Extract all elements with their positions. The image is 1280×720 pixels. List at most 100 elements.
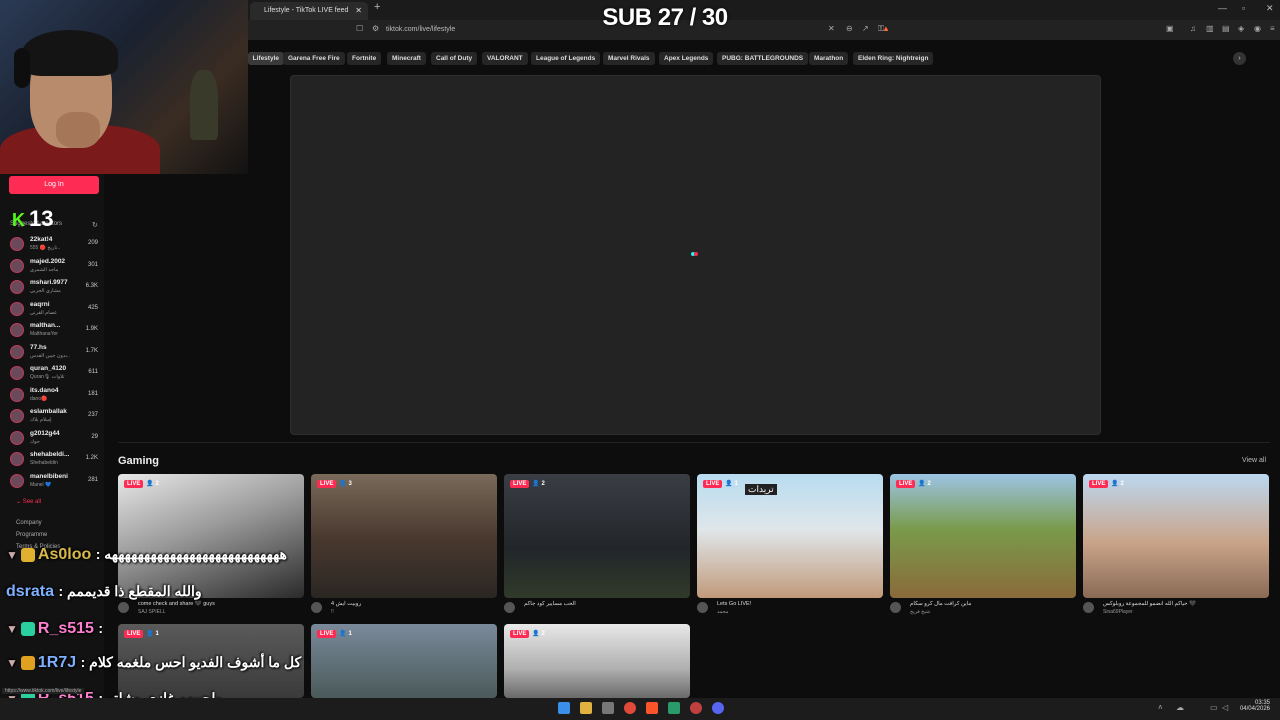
minimize-icon[interactable]: — bbox=[1218, 3, 1227, 13]
creator-item[interactable]: eaqrni عصام القرني 425 bbox=[10, 300, 100, 320]
maximize-icon[interactable]: ▫ bbox=[1242, 3, 1245, 13]
creator-name: g2012g44 bbox=[30, 429, 60, 437]
category-pill[interactable]: Garena Free Fire bbox=[283, 52, 345, 65]
avatar bbox=[10, 409, 24, 423]
creator-item[interactable]: its.dano4 dano🔴 181 bbox=[10, 386, 100, 406]
live-card[interactable]: LIVE 👤 2 bbox=[1083, 474, 1269, 598]
category-pill[interactable]: League of Legends bbox=[531, 52, 601, 65]
share-icon[interactable]: ↗ bbox=[862, 24, 869, 33]
extensions-icon[interactable]: ◈ bbox=[1238, 24, 1244, 33]
creator-item[interactable]: malthan... MalthanaYer 1.9K bbox=[10, 321, 100, 341]
creator-item[interactable]: eslamballak إسلام بلاك 237 bbox=[10, 407, 100, 427]
footer-company[interactable]: Company bbox=[16, 520, 42, 526]
onedrive-icon[interactable]: ☁ bbox=[1176, 703, 1184, 712]
category-pill[interactable]: Minecraft bbox=[387, 52, 426, 65]
category-pill[interactable]: Call of Duty bbox=[431, 52, 478, 65]
close-window-icon[interactable]: ✕ bbox=[1266, 3, 1274, 14]
category-pill[interactable]: Marathon bbox=[809, 52, 849, 65]
screenshot-icon[interactable]: ▣ bbox=[1166, 24, 1174, 33]
avatar[interactable] bbox=[1083, 602, 1094, 613]
chrome-icon[interactable] bbox=[624, 702, 636, 714]
section-title: Gaming bbox=[118, 455, 159, 467]
category-pill[interactable]: Marvel Rivals bbox=[603, 52, 655, 65]
category-pill[interactable]: PUBG: BATTLEGROUNDS bbox=[717, 52, 809, 65]
sidebar-toggle-icon[interactable]: ▥ bbox=[1206, 24, 1214, 33]
creator-item[interactable]: majed.2002 ماجد الشمري 301 bbox=[10, 257, 100, 277]
vpn-icon[interactable]: ◉ bbox=[1254, 24, 1261, 33]
brave-icon[interactable] bbox=[646, 702, 658, 714]
creator-item[interactable]: 77.hs بدون جبين القدس.. 1.7K bbox=[10, 343, 100, 363]
view-all-link[interactable]: View all bbox=[1242, 457, 1266, 464]
live-card[interactable]: LIVE 👤 1 تريدات bbox=[697, 474, 883, 598]
creator-name: eaqrni bbox=[30, 300, 50, 308]
creator-item[interactable]: quran_4120 Quran🎙 تلاوات 611 bbox=[10, 364, 100, 384]
tray-chevron-icon[interactable]: ˄ bbox=[1158, 703, 1163, 712]
creator-nickname: Shehabeldin bbox=[30, 460, 58, 466]
category-pill[interactable]: Elden Ring: Nightreign bbox=[853, 52, 934, 65]
creator-item[interactable]: manelbibeni Manel 💙 281 bbox=[10, 472, 100, 492]
store-icon[interactable] bbox=[602, 702, 614, 714]
card-username: محمد bbox=[717, 609, 729, 615]
category-pill[interactable]: VALORANT bbox=[482, 52, 528, 65]
category-pill[interactable]: Apex Legends bbox=[659, 52, 714, 65]
live-card[interactable]: LIVE 👤 2 bbox=[890, 474, 1076, 598]
live-card[interactable]: LIVE 👤 1 bbox=[311, 624, 497, 698]
viewer-count: 2 bbox=[541, 631, 545, 637]
creator-nickname: Manel 💙 bbox=[30, 481, 52, 488]
browser-tab[interactable]: Lifestyle - TikTok LIVE feed ✕ bbox=[250, 2, 368, 20]
record-icon[interactable] bbox=[690, 702, 702, 714]
music-icon[interactable]: ♫ bbox=[1190, 24, 1196, 33]
card-title[interactable]: حياكم الله انضمو للمجموعة روبلوكس 🖤 bbox=[1103, 601, 1196, 607]
bookmark-icon[interactable]: ☐ bbox=[356, 24, 363, 33]
streamer-hair bbox=[22, 30, 118, 76]
live-card[interactable]: LIVE 👤 2 bbox=[504, 624, 690, 698]
avatar[interactable] bbox=[697, 602, 708, 613]
zoom-icon[interactable]: ⊖ bbox=[846, 24, 853, 33]
see-all-link[interactable]: ⌄ See all bbox=[16, 498, 41, 505]
avatar[interactable] bbox=[890, 602, 901, 613]
start-icon[interactable] bbox=[558, 702, 570, 714]
category-pill[interactable]: Lifestyle bbox=[248, 52, 284, 65]
headset bbox=[14, 48, 30, 88]
creator-name: 77.hs bbox=[30, 343, 47, 351]
kick-count-value: 13 bbox=[29, 206, 54, 231]
live-card[interactable]: LIVE 👤 2 bbox=[118, 474, 304, 598]
creator-nickname: عصام القرني bbox=[30, 309, 58, 316]
footer-programme[interactable]: Programme bbox=[16, 532, 47, 538]
chevron-right-icon[interactable]: › bbox=[1233, 52, 1246, 65]
card-title[interactable]: الحب مسايير كود جاكم bbox=[524, 601, 576, 607]
creator-name: 22kat!4 bbox=[30, 236, 53, 243]
category-pill[interactable]: Fortnite bbox=[347, 52, 382, 65]
login-button[interactable]: Log In bbox=[9, 176, 99, 194]
card-title[interactable]: 4 روبيت ايش bbox=[331, 601, 361, 607]
mute-icon[interactable]: ✕ bbox=[828, 24, 835, 33]
creator-item[interactable]: shehabeldi... Shehabeldin 1.2K bbox=[10, 450, 100, 470]
discord-icon[interactable] bbox=[712, 702, 724, 714]
brave-shield-icon[interactable]: ▲ bbox=[882, 24, 890, 33]
app-icon[interactable] bbox=[668, 702, 680, 714]
new-tab-icon[interactable]: + bbox=[374, 1, 380, 13]
network-icon[interactable]: ▭ bbox=[1210, 703, 1218, 712]
volume-icon[interactable]: ◁ bbox=[1222, 703, 1228, 712]
creator-item[interactable]: g2012g44 جوك 29 bbox=[10, 429, 100, 449]
close-tab-icon[interactable]: ✕ bbox=[355, 2, 362, 20]
wallet-icon[interactable]: ▤ bbox=[1222, 24, 1230, 33]
card-title[interactable]: ماين كرافت مال كرو سكام bbox=[910, 601, 971, 607]
chat-message: dsrata : والله المقطع ذا قديممم bbox=[6, 583, 202, 605]
creator-nickname: جوك bbox=[30, 438, 40, 445]
avatar[interactable] bbox=[504, 602, 515, 613]
menu-icon[interactable]: ≡ bbox=[1270, 24, 1275, 33]
site-info-icon[interactable]: ⚙ bbox=[372, 24, 379, 33]
live-card[interactable]: LIVE 👤 2 bbox=[504, 474, 690, 598]
card-title[interactable]: Lets Go LIVE! bbox=[717, 601, 751, 607]
file-explorer-icon[interactable] bbox=[580, 702, 592, 714]
clock[interactable]: 03:35 04/04/2026 bbox=[1240, 700, 1270, 712]
creator-item[interactable]: mshari.9977 مشاري الحربي 6.3K bbox=[10, 278, 100, 298]
avatar[interactable] bbox=[311, 602, 322, 613]
refresh-icon[interactable]: ↻ bbox=[92, 221, 98, 229]
avatar bbox=[10, 280, 24, 294]
chat-badge-icon bbox=[20, 621, 35, 636]
live-card[interactable]: LIVE 👤 3 bbox=[311, 474, 497, 598]
creator-item[interactable]: 22kat!4 555 🔴 تاريخ.. 209 bbox=[10, 235, 100, 255]
card-username: شيخ فريح bbox=[910, 609, 931, 615]
